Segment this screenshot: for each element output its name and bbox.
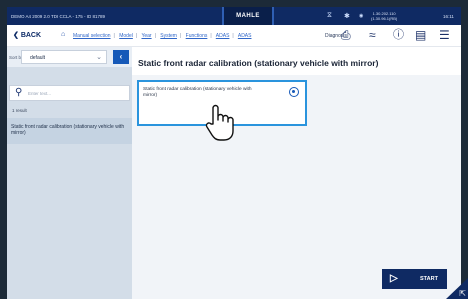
sort-row: Sort by: default ⌄ ‹ xyxy=(7,47,132,67)
play-icon: ▷ xyxy=(390,273,398,284)
breadcrumb-year[interactable]: Year xyxy=(141,33,151,39)
wifi-icon: ◉ xyxy=(359,13,364,19)
back-button[interactable]: ❮ BACK xyxy=(13,31,41,39)
clock: 16:11 xyxy=(443,14,454,19)
hand-cursor-icon xyxy=(205,104,234,141)
collapse-sidebar-button[interactable]: ‹ xyxy=(113,50,129,64)
ip-address: 1.30.202.110 (1.30.96.1(RB) xyxy=(371,11,397,21)
status-bar: DEMO A4 2009 2.0 TDI CCLA - 175 - ID 817… xyxy=(7,7,461,25)
result-count: 1 result xyxy=(12,108,27,113)
info-icon[interactable]: ⓘ xyxy=(393,29,404,41)
window-icon[interactable]: ▤ xyxy=(415,29,426,41)
breadcrumb-model[interactable]: Model xyxy=(119,33,133,39)
menu-icon[interactable]: ☰ xyxy=(439,29,450,41)
home-icon[interactable]: ⌂ xyxy=(61,31,65,38)
printer-icon[interactable]: ⎙ xyxy=(341,29,351,41)
ip-line-2: (1.30.96.1(RB) xyxy=(371,16,398,21)
navigation-bar: ❮ BACK ⌂ Manual selection | Model | Year | … xyxy=(7,25,461,47)
back-label: BACK xyxy=(20,32,42,39)
option-label: Static front radar calibration (stationa… xyxy=(143,87,252,98)
page-title: Static front radar calibration (stationa… xyxy=(138,58,379,68)
breadcrumb-adas[interactable]: ADAS xyxy=(216,33,230,39)
breadcrumb-system[interactable]: System xyxy=(160,33,177,39)
brand-logo: MAHLE xyxy=(222,7,274,25)
breadcrumb-adas-2[interactable]: ADAS xyxy=(238,33,252,39)
list-item[interactable]: Static front radar calibration (stationa… xyxy=(7,118,132,144)
search-placeholder: Enter text... xyxy=(28,91,52,96)
search-input[interactable]: ⚲ Enter text... xyxy=(9,85,130,101)
sidebar: Sort by: default ⌄ ‹ ⚲ Enter text... 1 r… xyxy=(7,47,132,299)
chevron-down-icon: ⌄ xyxy=(96,54,102,61)
sort-value: default xyxy=(30,55,46,61)
connection-icon[interactable]: ≈ xyxy=(369,29,376,41)
radio-selected[interactable] xyxy=(289,87,299,97)
breadcrumb: Manual selection | Model | Year | System | F… xyxy=(73,33,252,39)
app-screen: DEMO A4 2009 2.0 TDI CCLA - 175 - ID 817… xyxy=(7,7,461,299)
start-label: START xyxy=(420,276,438,282)
breadcrumb-manual-selection[interactable]: Manual selection xyxy=(73,33,111,39)
signal-icon: ⧖ xyxy=(327,12,332,19)
bluetooth-icon: ✱ xyxy=(344,13,350,20)
breadcrumb-functions[interactable]: Functions xyxy=(186,33,208,39)
sort-select[interactable]: default ⌄ xyxy=(21,50,107,64)
vehicle-info: DEMO A4 2009 2.0 TDI CCLA - 175 - ID 817… xyxy=(11,14,105,19)
search-icon: ⚲ xyxy=(15,87,23,98)
start-button[interactable]: ▷ START xyxy=(382,269,447,289)
expand-icon: ⇱ xyxy=(459,289,466,298)
